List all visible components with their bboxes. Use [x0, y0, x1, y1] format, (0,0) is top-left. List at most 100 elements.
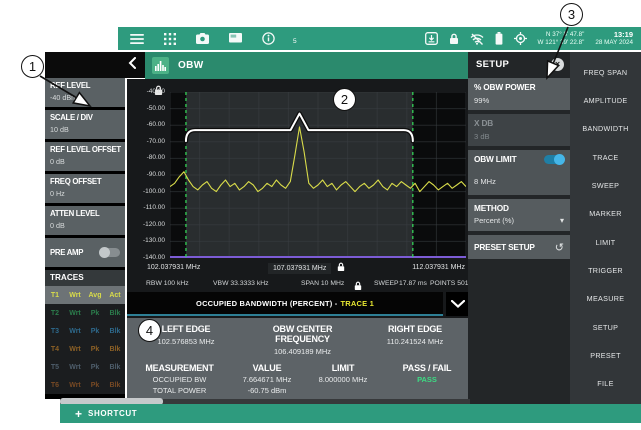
obw-limit-label: OBW LIMIT [474, 154, 516, 164]
preset-setup-button[interactable]: PRESET SETUP ↺ [468, 235, 570, 259]
pre-amp-button[interactable]: PRE AMP [45, 238, 125, 267]
menu-item-amplitude[interactable]: AMPLITUDE [570, 86, 641, 114]
trace-id: T4 [45, 346, 65, 353]
method-dropdown[interactable]: METHOD Percent (%) ▾ [468, 199, 570, 231]
lock-icon[interactable] [449, 33, 459, 45]
apps-grid-icon[interactable] [164, 33, 176, 45]
setup-panel: SETUP × % OBW POWER 99% X DB 3 dB OBW LI… [468, 52, 570, 404]
menu-item-trigger[interactable]: TRIGGER [570, 256, 641, 284]
wifi-off-icon[interactable] [470, 33, 484, 45]
measurement-result-header: OCCUPIED BANDWIDTH (PERCENT) - TRACE 1 [127, 292, 443, 316]
trace-row-t2[interactable]: T2WrtPkBlk [45, 304, 125, 322]
right-edge-value: 110.241524 MHz [360, 337, 470, 346]
trace-row-t6[interactable]: T6WrtPkBlk [45, 376, 125, 394]
trace-row-t5[interactable]: T5WrtPkBlk [45, 358, 125, 376]
close-icon[interactable]: × [551, 58, 564, 71]
y-axis-tick-label: -110.00 [143, 204, 165, 211]
spectrum-tab-icon[interactable] [152, 57, 169, 74]
freq-offset-button[interactable]: FREQ OFFSET 0 Hz [45, 174, 125, 203]
trace-state: Blk [105, 382, 125, 389]
scale-div-button[interactable]: SCALE / DIV 10 dB [45, 110, 125, 139]
info-icon[interactable] [262, 32, 275, 45]
occupied-bw-limit: 8.000000 MHz [302, 375, 384, 384]
trace-row-t3[interactable]: T3WrtPkBlk [45, 322, 125, 340]
obw-power-value: 99% [474, 96, 564, 105]
trace-detector: Pk [85, 310, 105, 317]
frequency-axis: 102.037931 MHz 107.037931 MHz 112.037931… [127, 262, 470, 276]
method-value: Percent (%) [474, 216, 514, 225]
tab-title[interactable]: OBW [178, 60, 204, 71]
occupied-bw-pass-fail: PASS [384, 375, 470, 384]
trace-row-t1[interactable]: T1WrtAvgAct [45, 286, 125, 304]
save-file-icon[interactable] [425, 32, 438, 45]
pass-fail-column-header: PASS / FAIL [384, 363, 470, 373]
collapse-chevron-left-icon[interactable] [128, 56, 136, 74]
menu-item-limit[interactable]: LIMIT [570, 228, 641, 256]
menu-item-trace[interactable]: TRACE [570, 143, 641, 171]
trace-detector: Pk [85, 364, 105, 371]
menu-item-bandwidth[interactable]: BANDWIDTH [570, 115, 641, 143]
pre-amp-toggle[interactable] [100, 248, 120, 257]
right-edge-header: RIGHT EDGE [360, 324, 470, 334]
setup-panel-title: SETUP [476, 59, 509, 70]
sweep-value: 17.87 ms [399, 280, 427, 287]
callout-1: 1 [21, 55, 44, 78]
obw-center-frequency-value: 106.409189 MHz [245, 347, 360, 356]
ref-level-button[interactable]: REF LEVEL -40 dBm [45, 78, 125, 107]
collapse-results-button[interactable] [446, 292, 470, 316]
gps-longitude: W 121° 39' 22.8" [538, 39, 585, 47]
trace-id: T3 [45, 328, 65, 335]
menu-item-file[interactable]: FILE [570, 370, 641, 398]
chart-zone: -40.00-50.00-60.00-70.00-80.00-90.00-100… [127, 79, 470, 399]
ref-level-offset-value: 0 dB [50, 157, 120, 166]
screenshot-page: 5 N 37° 8' 47.8" W 121° 39' 22.8" 13:19 … [0, 0, 641, 430]
span-label: SPAN 10 MHz [301, 280, 344, 287]
pre-amp-label: PRE AMP [50, 248, 83, 257]
time: 13:19 [595, 30, 633, 39]
trace-id: T1 [45, 292, 65, 299]
menu-item-marker[interactable]: MARKER [570, 200, 641, 228]
y-axis-tick-label: -90.00 [147, 171, 165, 178]
preset-setup-label: PRESET SETUP [474, 242, 535, 252]
trace-mode: Wrt [65, 292, 85, 299]
trace-id: T6 [45, 382, 65, 389]
menu-item-sweep[interactable]: SWEEP [570, 171, 641, 199]
add-shortcut-button[interactable]: + SHORTCUT [75, 408, 137, 420]
total-power-pass-fail [384, 386, 470, 395]
measurement-header-title: OCCUPIED BANDWIDTH (PERCENT) - [196, 299, 337, 308]
camera-icon[interactable] [196, 33, 209, 44]
trace-detector: Pk [85, 382, 105, 389]
freq-offset-value: 0 Hz [50, 189, 120, 198]
trace-id: T2 [45, 310, 65, 317]
gps-icon[interactable] [514, 32, 527, 45]
ref-level-label: REF LEVEL [50, 81, 120, 90]
menu-item-setup[interactable]: SETUP [570, 313, 641, 341]
obw-limit-value: 8 MHz [474, 177, 564, 186]
trace-row-t4[interactable]: T4WrtPkBlk [45, 340, 125, 358]
display-icon[interactable] [229, 33, 242, 44]
spectrum-plot[interactable] [170, 92, 466, 258]
obw-limit-toggle[interactable] [544, 155, 564, 164]
ref-level-offset-button[interactable]: REF LEVEL OFFSET 0 dB [45, 142, 125, 171]
trace-state: Blk [105, 364, 125, 371]
scale-div-value: 10 dB [50, 125, 120, 134]
occupied-bw-value: 7.664671 MHz [232, 375, 302, 384]
y-axis-tick-label: -50.00 [147, 105, 165, 112]
measurement-column-header: MEASUREMENT [127, 363, 232, 373]
trace-state: Blk [105, 328, 125, 335]
menu-item-preset[interactable]: PRESET [570, 341, 641, 369]
obw-limit-button[interactable]: OBW LIMIT 8 MHz [468, 150, 570, 195]
trace-detector: Avg [85, 292, 105, 299]
atten-level-button[interactable]: ATTEN LEVEL 0 dB [45, 206, 125, 235]
ref-level-offset-label: REF LEVEL OFFSET [50, 145, 120, 154]
trace-mode: Wrt [65, 364, 85, 371]
y-axis-tick-label: -60.00 [147, 121, 165, 128]
gps-coordinates: N 37° 8' 47.8" W 121° 39' 22.8" [538, 31, 585, 47]
menu-item-freq-span[interactable]: FREQ SPAN [570, 58, 641, 86]
battery-icon[interactable] [495, 32, 503, 45]
obw-power-button[interactable]: % OBW POWER 99% [468, 78, 570, 110]
menu-item-measure[interactable]: MEASURE [570, 285, 641, 313]
status-bar: 5 N 37° 8' 47.8" W 121° 39' 22.8" 13:19 … [118, 27, 641, 50]
menu-icon[interactable] [130, 33, 144, 45]
obw-power-label: % OBW POWER [474, 82, 564, 92]
